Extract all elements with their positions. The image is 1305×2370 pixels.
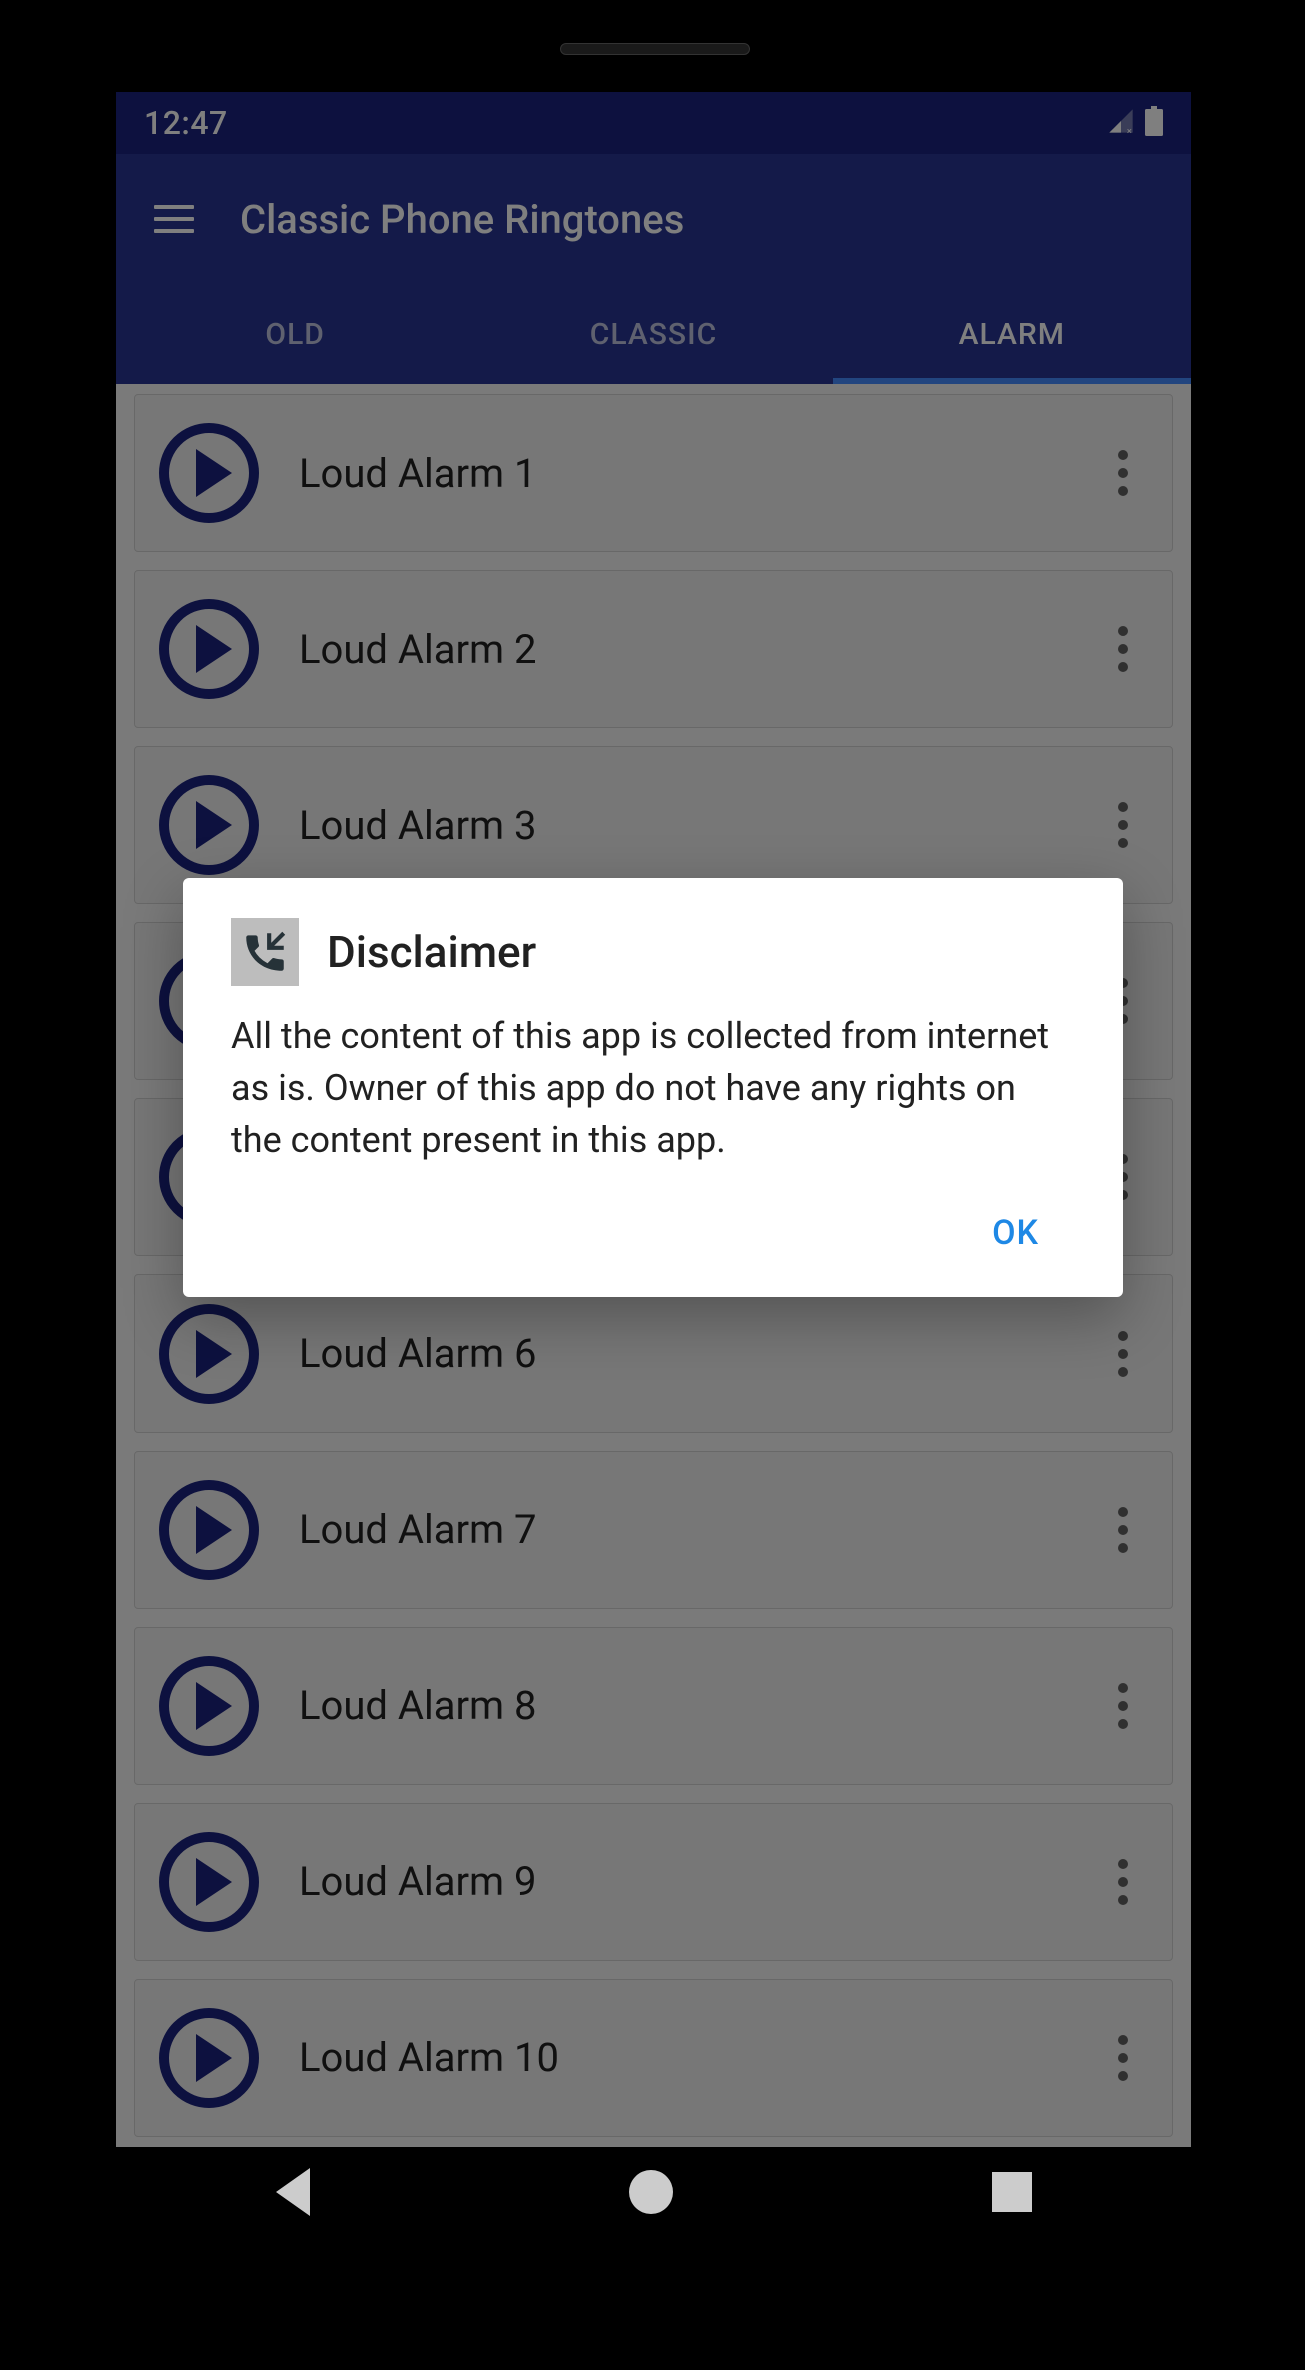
dialog-body: All the content of this app is collected… (231, 1010, 1075, 1167)
dialog-actions: OK (231, 1197, 1075, 1269)
nav-back-icon[interactable] (276, 2168, 310, 2216)
dialog-header: Disclaimer (231, 918, 1075, 986)
ok-button[interactable]: OK (956, 1197, 1075, 1269)
nav-home-icon[interactable] (629, 2170, 673, 2214)
phone-incoming-icon (231, 918, 299, 986)
navigation-bar (116, 2147, 1191, 2237)
disclaimer-dialog: Disclaimer All the content of this app i… (183, 878, 1123, 1297)
nav-recent-icon[interactable] (992, 2172, 1032, 2212)
dialog-title: Disclaimer (327, 926, 536, 978)
device-speaker (560, 43, 750, 55)
